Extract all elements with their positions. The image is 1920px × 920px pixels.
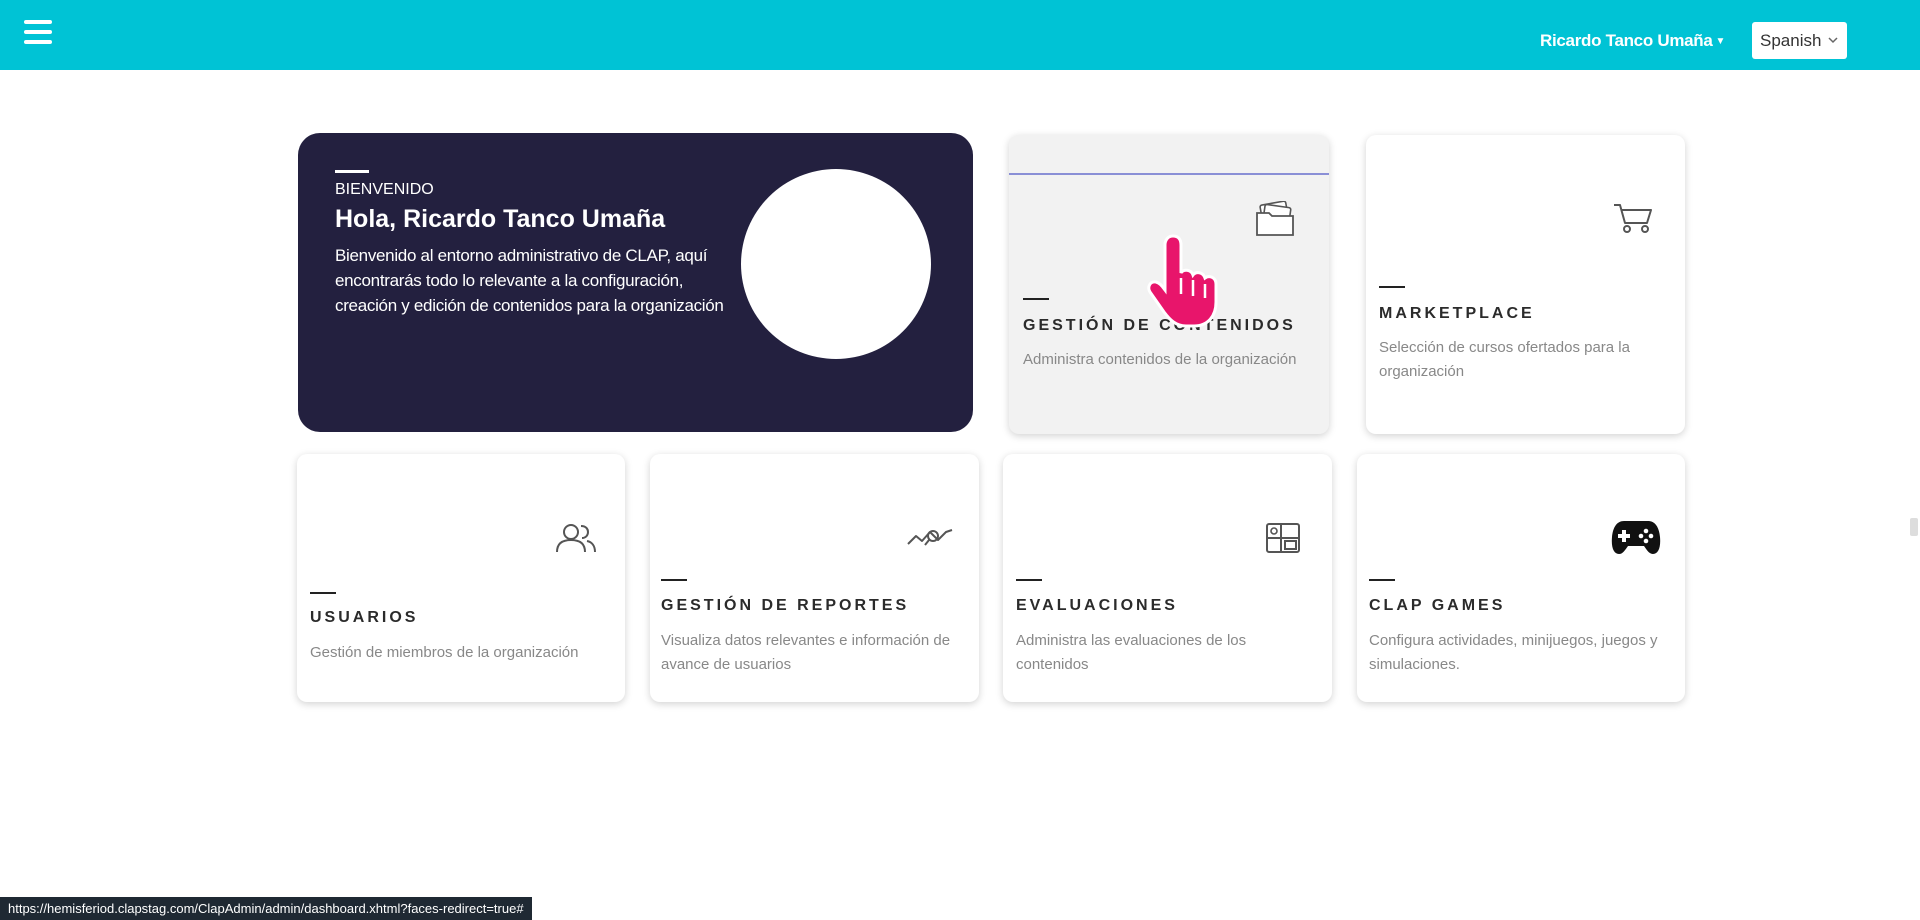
card-title: GESTIÓN DE REPORTES [661, 597, 910, 614]
top-navbar: Ricardo Tanco Umaña ▼ Spanish [0, 0, 1920, 70]
caret-down-icon: ▼ [1715, 36, 1726, 47]
card-dash [310, 592, 336, 594]
layout-icon [1265, 522, 1301, 559]
card-description: Gestión de miembros de la organización [310, 644, 579, 661]
card-dash [1379, 286, 1405, 288]
gamepad-icon [1610, 517, 1662, 562]
card-description: Administra las evaluaciones de los conte… [1016, 632, 1247, 673]
welcome-message: Bienvenido al entorno administrativo de … [335, 246, 724, 315]
welcome-kicker: BIENVENIDO [335, 181, 434, 198]
module-card-gestion-contenidos[interactable]: GESTIÓN DE CONTENIDOS Administra conteni… [1009, 135, 1329, 434]
welcome-greeting: Hola, Ricardo Tanco Umaña [335, 205, 666, 233]
card-dash [1016, 579, 1042, 581]
language-value: Spanish [1760, 31, 1822, 50]
module-card-clap-games[interactable]: CLAP GAMES Configura actividades, miniju… [1357, 454, 1685, 702]
card-dash [661, 579, 687, 581]
hamburger-menu-icon[interactable] [24, 18, 52, 46]
analytics-icon [906, 526, 954, 553]
card-title: USUARIOS [310, 609, 419, 626]
module-card-gestion-reportes[interactable]: GESTIÓN DE REPORTES Visualiza datos rele… [650, 454, 979, 702]
card-title: CLAP GAMES [1369, 597, 1506, 614]
welcome-banner: BIENVENIDO Hola, Ricardo Tanco Umaña Bie… [298, 133, 973, 432]
card-title: GESTIÓN DE CONTENIDOS [1023, 317, 1296, 334]
module-card-evaluaciones[interactable]: EVALUACIONES Administra las evaluaciones… [1003, 454, 1332, 702]
card-description: Configura actividades, minijuegos, juego… [1369, 632, 1658, 673]
shopping-cart-icon [1612, 201, 1656, 240]
module-card-usuarios[interactable]: USUARIOS Gestión de miembros de la organ… [297, 454, 625, 702]
status-url: https://hemisferiod.clapstag.com/ClapAdm… [0, 897, 532, 920]
hover-indicator [1009, 173, 1329, 175]
avatar [741, 169, 931, 359]
user-name: Ricardo Tanco Umaña [1540, 31, 1713, 50]
card-title: MARKETPLACE [1379, 305, 1535, 322]
users-icon [555, 522, 597, 559]
user-menu[interactable]: Ricardo Tanco Umaña ▼ [1540, 31, 1725, 51]
card-title: EVALUACIONES [1016, 597, 1178, 614]
folder-images-icon [1255, 200, 1295, 242]
welcome-accent-bar [335, 170, 369, 173]
card-description: Administra contenidos de la organización [1023, 351, 1297, 368]
card-description: Selección de cursos ofertados para la or… [1379, 339, 1630, 380]
card-dash [1369, 579, 1395, 581]
card-description: Visualiza datos relevantes e información… [661, 632, 951, 673]
module-card-marketplace[interactable]: MARKETPLACE Selección de cursos ofertado… [1366, 135, 1685, 434]
card-dash [1023, 298, 1049, 300]
language-select[interactable]: Spanish [1752, 22, 1847, 59]
chevron-down-icon [1827, 22, 1839, 74]
scrollbar-thumb[interactable] [1910, 518, 1918, 536]
